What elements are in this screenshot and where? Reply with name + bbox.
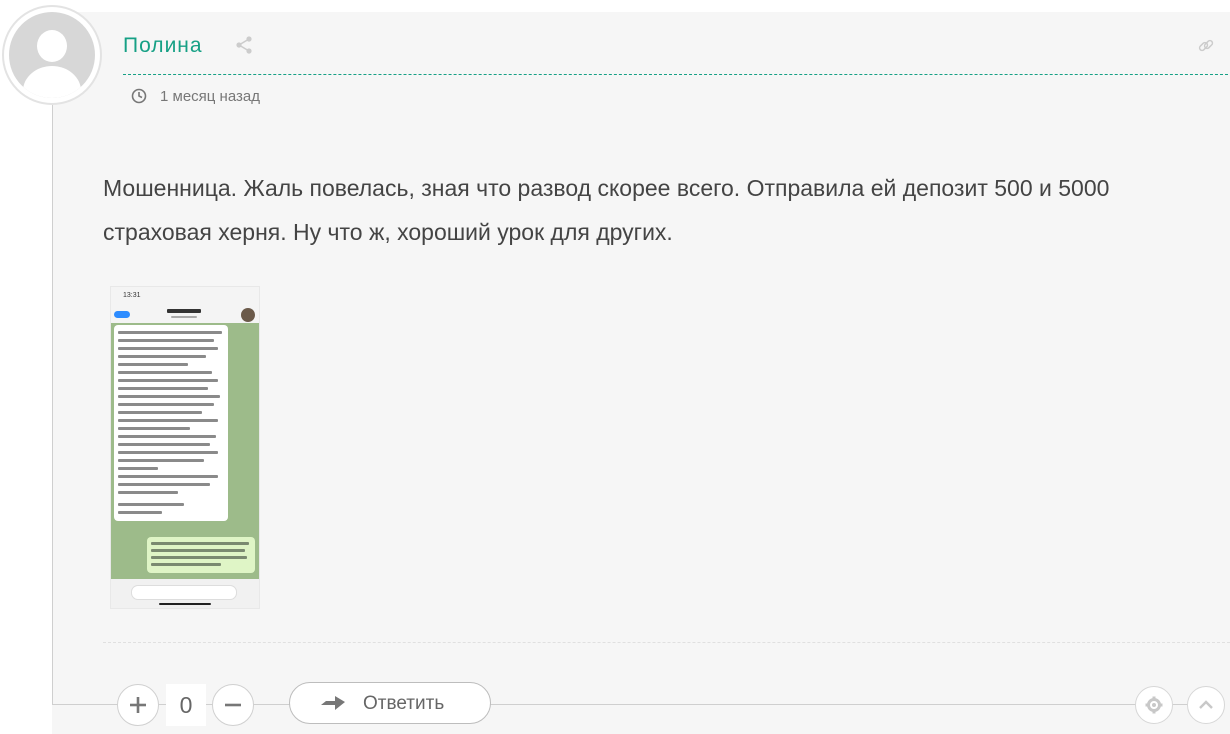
- collapse-button[interactable]: [1187, 686, 1225, 724]
- minus-icon: [223, 695, 243, 715]
- downvote-button[interactable]: [212, 684, 254, 726]
- header-divider: [123, 74, 1228, 75]
- vote-count: 0: [166, 684, 206, 726]
- attachment-input-bar: [111, 579, 259, 608]
- upvote-button[interactable]: [117, 684, 159, 726]
- reply-label: Ответить: [363, 693, 444, 715]
- comment-time[interactable]: 1 месяц назад: [160, 88, 260, 105]
- avatar[interactable]: [2, 5, 102, 105]
- plus-icon: [128, 695, 148, 715]
- gear-icon: [1145, 696, 1163, 714]
- attachment-time: 13:31: [123, 292, 141, 299]
- reply-button[interactable]: Ответить: [289, 682, 491, 724]
- thread-line: [52, 104, 53, 704]
- comment-text: Мошенница. Жаль повелась, зная что разво…: [103, 166, 1213, 254]
- link-icon[interactable]: [1196, 36, 1216, 56]
- settings-button[interactable]: [1135, 686, 1173, 724]
- attachment-header: 13:31: [111, 287, 259, 323]
- clock-icon: [131, 88, 147, 104]
- screenshot-attachment[interactable]: 13:31: [111, 287, 259, 608]
- reply-arrow-icon: [320, 695, 346, 711]
- attachment-message-bubble: [114, 325, 228, 521]
- attachment-reply-bubble: [147, 537, 255, 573]
- footer-divider: [103, 642, 1230, 643]
- comment-author[interactable]: Полина: [123, 34, 203, 58]
- share-icon[interactable]: [234, 35, 254, 55]
- default-user-icon: [9, 12, 95, 98]
- chevron-up-icon: [1197, 696, 1215, 714]
